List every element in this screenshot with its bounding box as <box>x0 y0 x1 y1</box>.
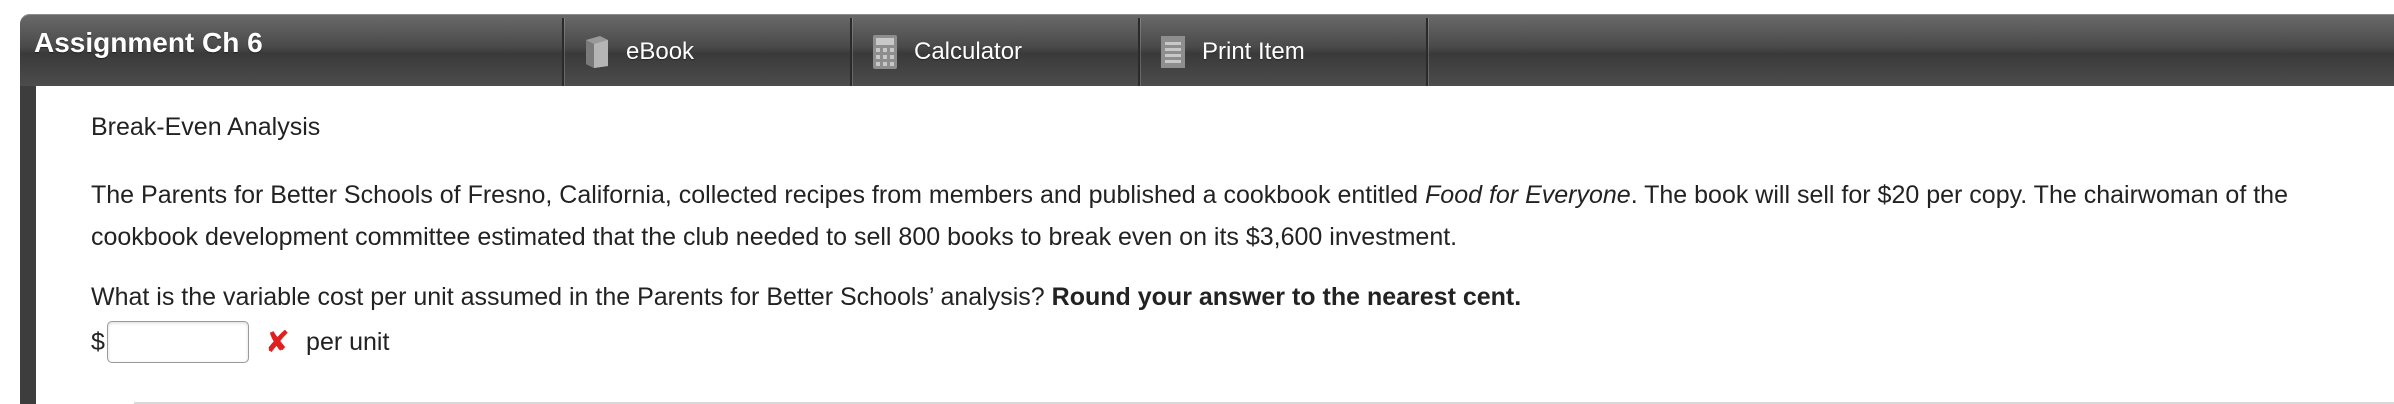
book-icon <box>586 36 608 68</box>
problem-title: Break-Even Analysis <box>91 113 321 141</box>
problem-description: The Parents for Better Schools of Fresno… <box>91 174 2381 258</box>
rounding-instruction: Round your answer to the nearest cent. <box>1051 283 1522 311</box>
unit-label: per unit <box>306 327 390 356</box>
print-item-button[interactable]: Print Item <box>1138 18 1428 86</box>
top-strip <box>0 0 2394 14</box>
currency-symbol: $ <box>91 327 105 356</box>
print-icon <box>1161 36 1185 68</box>
toolbar-divider <box>1426 18 1430 86</box>
print-item-label: Print Item <box>1202 38 1305 65</box>
calculator-icon <box>873 35 897 69</box>
description-part-1: The Parents for Better Schools of Fresno… <box>91 181 1426 209</box>
ebook-button[interactable]: eBook <box>562 18 852 86</box>
ebook-label: eBook <box>626 38 695 65</box>
question-text: What is the variable cost per unit assum… <box>91 283 1521 312</box>
question-prompt: What is the variable cost per unit assum… <box>91 283 1052 311</box>
incorrect-x-icon: ✘ <box>264 324 291 360</box>
calculator-label: Calculator <box>914 38 1023 65</box>
answer-row: $ ✘ per unit <box>91 319 389 365</box>
calculator-button[interactable]: Calculator <box>850 18 1140 86</box>
assignment-title: Assignment Ch 6 <box>34 27 263 58</box>
book-title: Food for Everyone <box>1425 181 1631 209</box>
variable-cost-input[interactable] <box>106 321 249 363</box>
